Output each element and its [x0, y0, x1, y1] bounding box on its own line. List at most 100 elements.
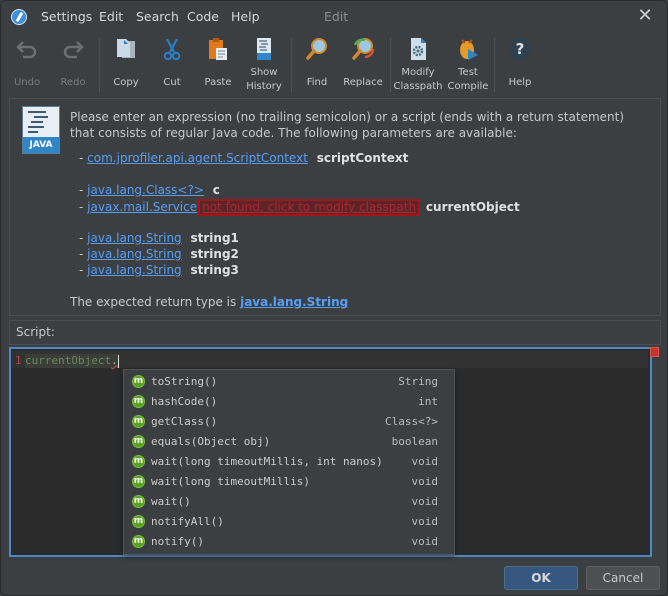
classpath-warning-link[interactable]: not found, click to modify classpath	[198, 199, 421, 216]
param-row: - java.lang.String string1	[79, 231, 239, 245]
return-type-line: The expected return type is java.lang.St…	[70, 295, 349, 309]
toolbar: Undo Redo Copy Cut Paste Show History Fi…	[1, 33, 667, 97]
menu-code[interactable]: Code	[187, 9, 219, 24]
help-button[interactable]: ? Help	[495, 35, 545, 95]
param-name: string3	[190, 263, 239, 277]
java-file-icon: JAVA	[22, 106, 60, 154]
method-signature: hashCode()	[151, 395, 218, 408]
test-compile-button[interactable]: Test Compile	[443, 35, 493, 95]
modify-classpath-button[interactable]: Modify Classpath	[393, 35, 443, 95]
edit-dialog: Settings Edit Search Code Help Edit ✕ Un…	[0, 0, 668, 596]
menu-search[interactable]: Search	[136, 9, 179, 24]
method-icon: m	[132, 375, 145, 388]
window-title: Edit	[324, 9, 349, 24]
method-return-type: void	[411, 515, 439, 528]
method-signature: getClass()	[151, 415, 218, 428]
method-signature: notifyAll()	[151, 515, 224, 528]
method-return-type: void	[411, 535, 439, 548]
method-icon: m	[132, 535, 145, 548]
scissors-icon	[163, 38, 181, 61]
method-return-type: String	[398, 375, 438, 388]
method-icon: m	[132, 435, 145, 448]
method-icon: m	[132, 415, 145, 428]
param-type-link[interactable]: java.lang.String	[87, 231, 182, 245]
line-number: 1	[15, 354, 22, 367]
method-return-type: Class<?>	[385, 415, 438, 428]
replace-label: Replace	[343, 77, 383, 88]
param-row: - java.lang.String string3	[79, 263, 239, 277]
script-label: Script:	[16, 325, 55, 339]
method-return-type: void	[411, 495, 439, 508]
code-completion-popup: m toString() String m hashCode() int m getClass…	[123, 369, 455, 555]
menu-help[interactable]: Help	[231, 9, 260, 24]
method-signature: wait(long timeoutMillis, int nanos)	[151, 455, 383, 468]
param-name: string1	[190, 231, 239, 245]
method-signature: equals(Object obj)	[151, 435, 271, 448]
help-label: Help	[508, 77, 532, 88]
current-line: 1 currentObject.	[11, 351, 648, 368]
param-name: scriptContext	[316, 151, 409, 165]
classpath-gear-icon	[411, 38, 426, 60]
close-icon: ✕	[637, 5, 653, 26]
help-icon: ?	[509, 38, 531, 60]
completion-item[interactable]: m equals(Object obj) boolean	[124, 432, 454, 452]
menu-edit[interactable]: Edit	[99, 9, 123, 24]
cancel-button[interactable]: Cancel	[586, 566, 660, 590]
java-history-icon	[257, 38, 271, 60]
param-row: - javax.mail.Service not found, click to …	[79, 199, 520, 216]
param-name: c	[212, 183, 220, 197]
title-bar: Settings Edit Search Code Help Edit ✕	[1, 1, 667, 33]
method-return-type: boolean	[391, 435, 438, 448]
param-type-link[interactable]: java.lang.String	[87, 263, 182, 277]
magnifier-icon	[306, 38, 327, 60]
compile-icon	[460, 39, 478, 60]
java-badge: JAVA	[23, 137, 59, 153]
param-type-link[interactable]: javax.mail.Service	[87, 200, 197, 214]
redo-icon	[63, 41, 84, 59]
method-return-type: int	[418, 395, 438, 408]
completion-item[interactable]: m wait() void	[124, 492, 454, 512]
error-marker-icon[interactable]	[650, 347, 659, 357]
param-type-link[interactable]: com.jprofiler.api.agent.ScriptContext	[87, 151, 308, 165]
method-return-type: void	[411, 455, 439, 468]
undo-icon	[16, 41, 37, 59]
info-description: Please enter an expression (no trailing …	[70, 110, 625, 140]
method-icon: m	[132, 515, 145, 528]
param-type-link[interactable]: java.lang.String	[87, 247, 182, 261]
param-name: string2	[190, 247, 239, 261]
method-signature: notify()	[151, 535, 204, 548]
method-signature: wait()	[151, 495, 191, 508]
clipboard-icon	[209, 38, 227, 60]
text-caret	[117, 354, 119, 368]
param-name: currentObject	[425, 200, 520, 214]
code-text: currentObject.	[25, 354, 119, 368]
close-button[interactable]: ✕	[635, 6, 655, 26]
ok-button[interactable]: OK	[504, 566, 578, 590]
completion-item[interactable]: m getClass() Class<?>	[124, 412, 454, 432]
script-label-panel: Script:	[9, 320, 661, 345]
completion-item[interactable]: m notifyAll() void	[124, 512, 454, 532]
param-row: - java.lang.String string2	[79, 247, 239, 261]
completion-item[interactable]: m notify() void	[124, 532, 454, 552]
param-row: - java.lang.Class<?> c	[79, 183, 220, 197]
return-type-link[interactable]: java.lang.String	[240, 295, 348, 309]
completion-item[interactable]: m hashCode() int	[124, 392, 454, 412]
method-icon: m	[132, 495, 145, 508]
parameters-info-panel: JAVA Please enter an expression (no trai…	[9, 98, 661, 316]
method-icon: m	[132, 395, 145, 408]
menu-settings[interactable]: Settings	[41, 9, 92, 24]
param-type-link[interactable]: java.lang.Class<?>	[87, 183, 204, 197]
completion-item[interactable]: m wait(long timeoutMillis) void	[124, 472, 454, 492]
completion-item[interactable]: m wait(long timeoutMillis, int nanos) void	[124, 452, 454, 472]
method-signature: toString()	[151, 375, 218, 388]
copy-icon	[117, 39, 135, 58]
completion-item[interactable]: m toString() String	[124, 372, 454, 392]
method-return-type: void	[411, 475, 439, 488]
method-icon: m	[132, 475, 145, 488]
show-history-button[interactable]: Show History	[239, 35, 289, 95]
replace-button[interactable]: Replace	[338, 35, 388, 95]
method-signature: wait(long timeoutMillis)	[151, 475, 310, 488]
redo-button[interactable]: Redo	[48, 35, 98, 95]
app-logo-icon	[11, 9, 27, 25]
replace-icon	[352, 38, 375, 60]
